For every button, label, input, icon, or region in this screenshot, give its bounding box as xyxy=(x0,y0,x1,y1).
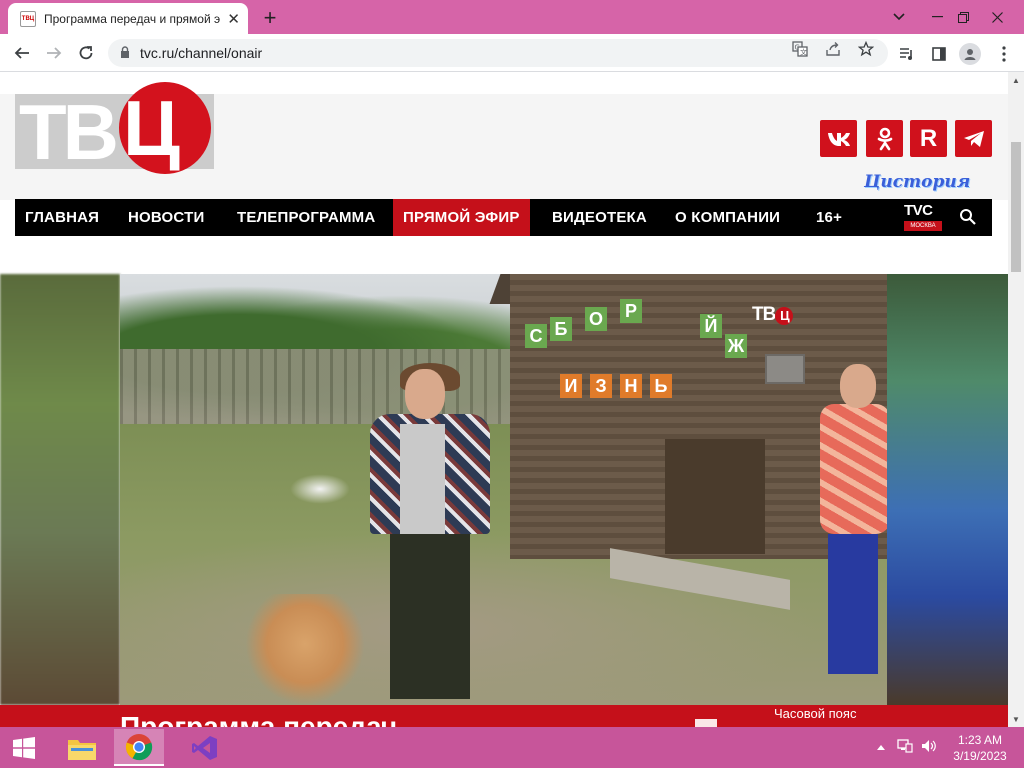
woman-head xyxy=(840,364,876,408)
nav-item-about[interactable]: О КОМПАНИИ xyxy=(675,199,780,236)
page-viewport: ТВ Ц R Цистория ГЛАВНАЯ НОВОСТИ ТЕЛЕПРОГ… xyxy=(0,72,1008,727)
odnoklassniki-icon[interactable] xyxy=(866,120,903,157)
vk-icon[interactable] xyxy=(820,120,857,157)
tvc-favicon-icon: ТВЦ xyxy=(20,10,36,27)
clock-date: 3/19/2023 xyxy=(953,749,1007,763)
video-backdrop-right xyxy=(887,274,1008,705)
tvc-logo[interactable]: ТВ Ц xyxy=(15,82,214,176)
video-backdrop-left xyxy=(0,274,120,705)
tvc-moscow-badge[interactable]: TVC МОСКВА xyxy=(904,203,942,234)
barn-letter: С xyxy=(525,324,547,348)
schedule-heading: Программа передач xyxy=(120,711,398,728)
nav-item-home[interactable]: ГЛАВНАЯ xyxy=(25,199,99,236)
age-rating-badge: 16+ xyxy=(816,209,843,226)
clock-time: 1:23 AM xyxy=(957,733,1003,747)
video-chickens xyxy=(290,474,350,504)
watermark-circle: Ц xyxy=(775,307,794,325)
back-button[interactable] xyxy=(9,40,35,66)
browser-toolbar: tvc.ru/channel/onair G文 xyxy=(0,34,1024,72)
logo-circle-text: Ц xyxy=(123,84,180,172)
rutube-label: R xyxy=(919,124,938,152)
tvc-badge-top: TVC xyxy=(904,202,933,219)
search-icon[interactable] xyxy=(959,208,977,226)
barn-letters: С Б О Р Й Ж И З Н Ь xyxy=(525,289,755,398)
barn-letter: Б xyxy=(550,317,572,341)
tsistoria-logo[interactable]: Цистория xyxy=(864,172,970,192)
share-icon[interactable] xyxy=(825,41,841,60)
file-explorer-icon[interactable] xyxy=(57,729,107,766)
barn-letter: Ь xyxy=(650,374,672,398)
barn-letter: Й xyxy=(700,314,722,338)
svg-text:文: 文 xyxy=(800,48,807,57)
scroll-up-arrow-icon[interactable]: ▲ xyxy=(1008,72,1024,88)
new-tab-button[interactable]: + xyxy=(258,5,282,31)
forward-button[interactable] xyxy=(41,40,67,66)
nav-item-video-library[interactable]: ВИДЕОТЕКА xyxy=(552,199,647,236)
tab-title: Программа передач и прямой э xyxy=(44,11,221,26)
rutube-icon[interactable]: R xyxy=(910,120,947,157)
live-video-player[interactable]: С Б О Р Й Ж И З Н Ь ТВ Ц xyxy=(120,274,887,705)
url-text: tvc.ru/channel/onair xyxy=(140,45,263,61)
windows-start-icon[interactable] xyxy=(4,731,44,764)
video-barn-door xyxy=(665,439,765,554)
page-scrollbar[interactable]: ▲ ▼ xyxy=(1008,72,1024,727)
timezone-label[interactable]: Часовой пояс xyxy=(774,706,856,721)
barn-letter: Р xyxy=(620,299,642,323)
telegram-icon[interactable] xyxy=(955,120,992,157)
girl-head xyxy=(405,369,445,419)
kebab-menu-icon[interactable] xyxy=(993,43,1015,65)
nav-item-news[interactable]: НОВОСТИ xyxy=(128,199,204,236)
reload-button[interactable] xyxy=(73,40,99,66)
watermark-text: ТВ xyxy=(752,304,776,325)
browser-tab-active[interactable]: ТВЦ Программа передач и прямой э ✕ xyxy=(8,3,248,34)
nav-item-live[interactable]: ПРЯМОЙ ЭФИР xyxy=(393,199,530,236)
network-icon[interactable] xyxy=(897,739,913,756)
scrollbar-thumb[interactable] xyxy=(1011,142,1021,272)
tvc-badge-bottom: МОСКВА xyxy=(904,221,942,231)
tab-close-icon[interactable]: ✕ xyxy=(227,10,240,28)
system-clock[interactable]: 1:23 AM 3/19/2023 xyxy=(940,732,1020,764)
profile-avatar-icon[interactable] xyxy=(959,43,981,65)
girl-legs xyxy=(390,534,470,699)
barn-letter: О xyxy=(585,307,607,331)
barn-letter: З xyxy=(590,374,612,398)
volume-icon[interactable] xyxy=(921,739,937,756)
close-window-button[interactable] xyxy=(974,0,1020,34)
video-barn-window xyxy=(765,354,805,384)
barn-letter: Н xyxy=(620,374,642,398)
girl-tee xyxy=(400,424,445,534)
translate-icon[interactable]: G文 xyxy=(792,41,808,60)
windows-taskbar: 1:23 AM 3/19/2023 xyxy=(0,727,1024,768)
lock-icon[interactable] xyxy=(120,45,130,61)
print-icon[interactable] xyxy=(695,719,717,727)
logo-circle: Ц xyxy=(119,82,211,174)
nav-item-tv-program[interactable]: ТЕЛЕПРОГРАММА xyxy=(237,199,375,236)
visual-studio-icon[interactable] xyxy=(180,729,230,766)
side-panel-icon[interactable] xyxy=(928,43,950,65)
bookmark-star-icon[interactable] xyxy=(857,40,875,60)
address-bar[interactable]: tvc.ru/channel/onair xyxy=(108,39,888,67)
channel-watermark: ТВ Ц xyxy=(752,304,794,326)
barn-letter: Ж xyxy=(725,334,747,358)
schedule-header-bar: Программа передач Часовой пояс xyxy=(0,705,1008,727)
woman-top xyxy=(820,404,887,534)
main-navigation: ГЛАВНАЯ НОВОСТИ ТЕЛЕПРОГРАММА ПРЯМОЙ ЭФИ… xyxy=(15,199,992,236)
video-person-girl xyxy=(360,363,500,699)
video-person-woman xyxy=(820,364,887,684)
media-queue-icon[interactable] xyxy=(896,43,918,65)
logo-text: ТВ xyxy=(19,88,119,176)
barn-letter: И xyxy=(560,374,582,398)
video-dog xyxy=(245,594,365,705)
woman-legs xyxy=(828,534,878,674)
chrome-icon[interactable] xyxy=(114,729,164,766)
scroll-down-arrow-icon[interactable]: ▼ xyxy=(1008,711,1024,727)
browser-titlebar: ТВЦ Программа передач и прямой э ✕ + xyxy=(0,0,1024,34)
tray-chevron-up-icon[interactable] xyxy=(877,739,885,753)
